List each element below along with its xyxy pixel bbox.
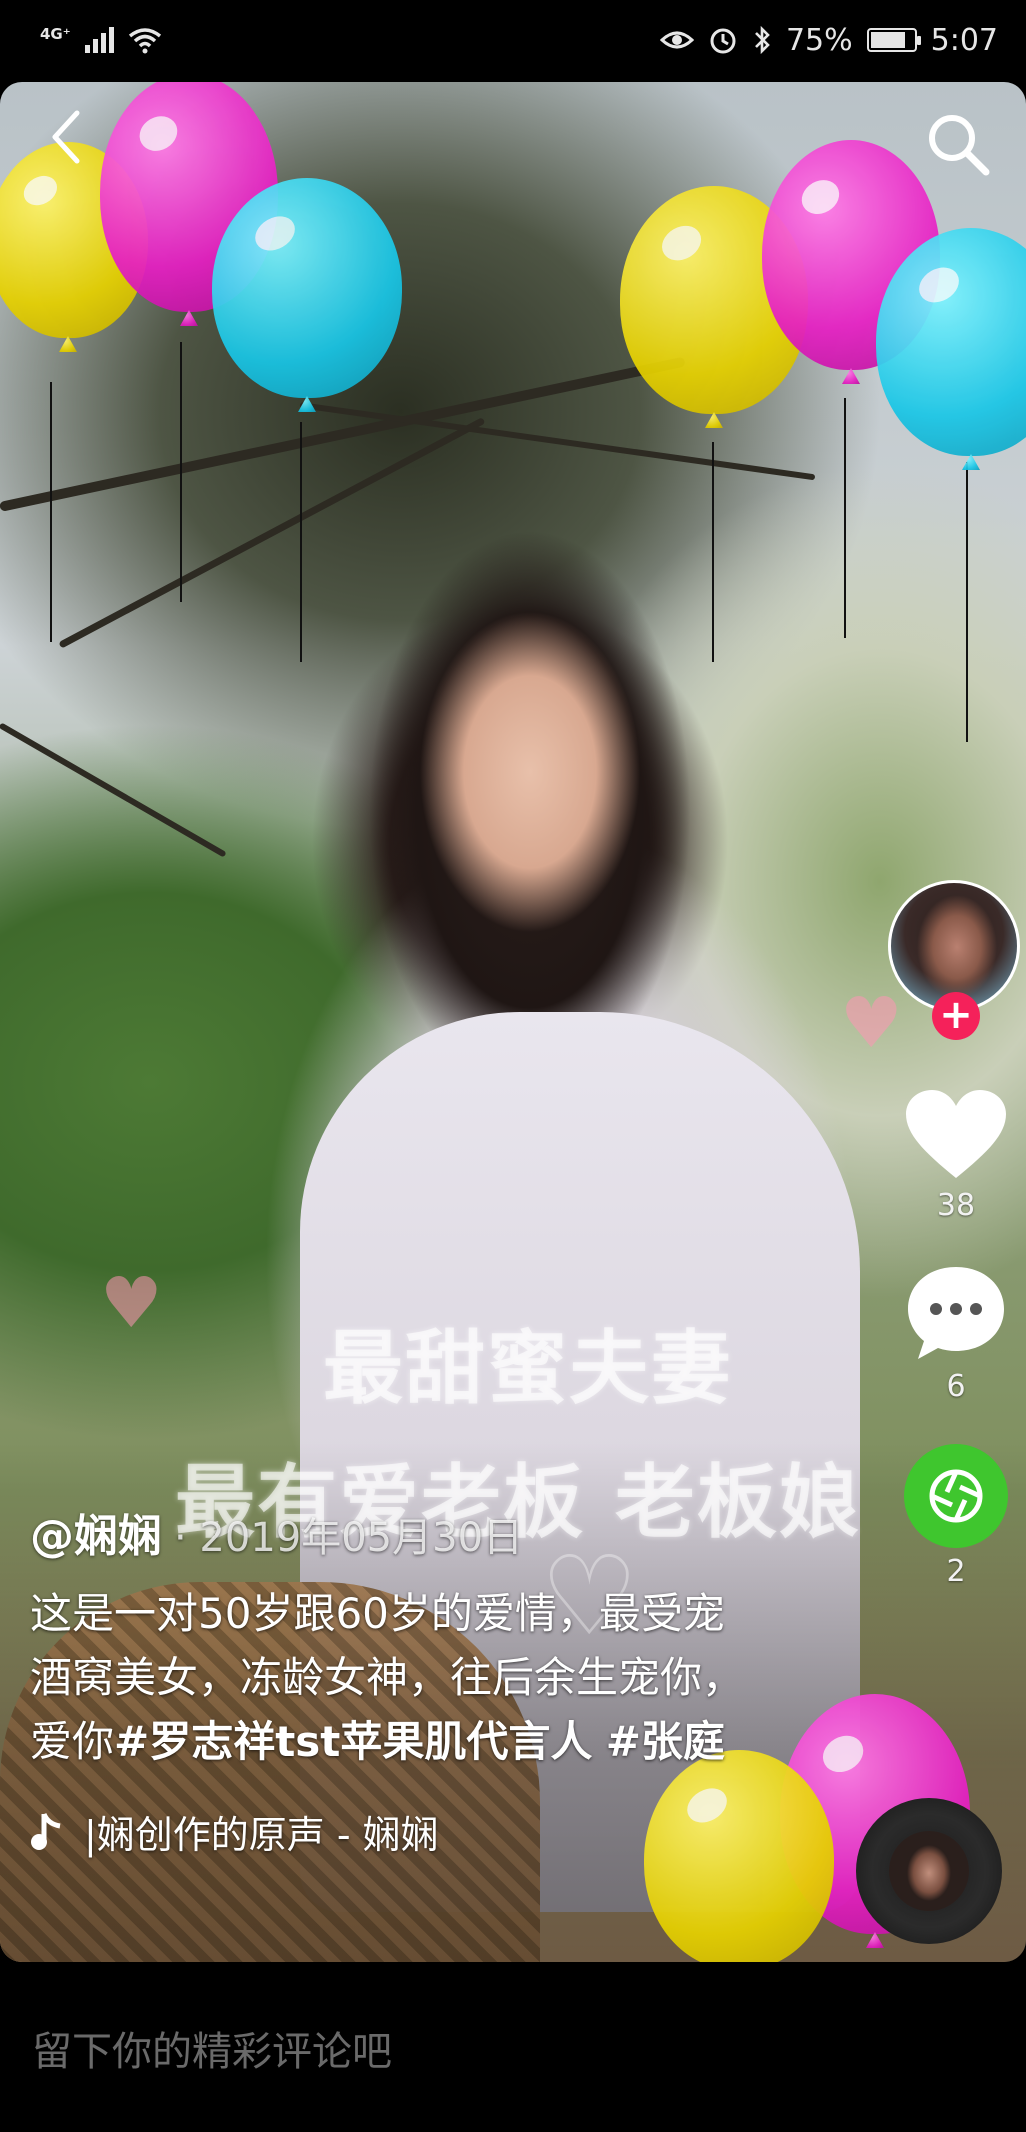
alarm-icon <box>710 28 736 54</box>
music-note-icon <box>31 1812 61 1850</box>
network-type: 4G⁺ <box>40 25 71 43</box>
comment-bar[interactable]: 留下你的精彩评论吧 <box>0 1964 1026 2132</box>
balloon-string <box>180 342 182 602</box>
balloon-string <box>300 422 302 662</box>
comment-input[interactable]: 留下你的精彩评论吧 <box>32 2019 392 2077</box>
video-caption-line-1: 最甜蜜夫妻 <box>323 1322 733 1415</box>
bluetooth-icon <box>755 25 770 55</box>
author-avatar-button[interactable]: + <box>888 880 1024 1040</box>
back-arrow-icon <box>52 110 80 164</box>
balloon-string <box>844 398 846 638</box>
balloon-string <box>50 382 52 642</box>
tree-branch <box>0 722 227 858</box>
balloon-cyan <box>212 178 402 398</box>
status-bar: 4G⁺ 75% 5:07 <box>0 0 1026 80</box>
balloon-string <box>712 442 714 662</box>
eye-icon <box>659 31 694 49</box>
woman-head <box>370 532 690 1092</box>
comment-count: 6 <box>946 1369 966 1404</box>
status-left: 4G⁺ <box>40 25 162 54</box>
author-line: @娴娴 · 2019年05月30日 <box>30 1500 750 1564</box>
tree-branch <box>299 402 816 481</box>
share-circle[interactable] <box>904 1444 1008 1548</box>
search-icon <box>929 115 990 176</box>
wifi-icon <box>128 28 161 54</box>
heart-icon <box>906 1090 1006 1178</box>
comment-bubble-icon <box>908 1267 1004 1359</box>
status-right: 75% 5:07 <box>659 22 998 58</box>
battery-icon <box>866 28 921 52</box>
clock-time: 5:07 <box>930 22 998 58</box>
hashtag-link[interactable]: #罗志祥tst苹果肌代言人 <box>114 1717 592 1766</box>
search-button[interactable] <box>924 110 994 180</box>
back-button[interactable] <box>36 102 96 172</box>
like-count: 38 <box>936 1188 976 1223</box>
post-description: 这是一对50岁跟60岁的爱情，最受宠酒窝美女，冻龄女神，往后余生宠你，爱你#罗志… <box>30 1582 750 1774</box>
like-button[interactable]: 38 <box>904 1088 1008 1223</box>
post-date: · 2019年05月30日 <box>174 1515 524 1561</box>
music-title[interactable]: |娴创作的原声 - 娴娴 <box>84 1804 439 1859</box>
music-disc[interactable] <box>856 1798 1002 1944</box>
share-count: 2 <box>946 1554 966 1589</box>
balloon-string <box>966 462 968 742</box>
comment-button[interactable]: 6 <box>904 1263 1008 1404</box>
signal-icon <box>84 27 114 53</box>
follow-button[interactable]: + <box>932 992 980 1040</box>
battery-percent: 75% <box>785 22 853 58</box>
share-shutter-icon <box>929 1469 983 1523</box>
share-button[interactable]: 2 <box>904 1444 1008 1589</box>
post-info: @娴娴 · 2019年05月30日 这是一对50岁跟60岁的爱情，最受宠酒窝美女… <box>30 1500 750 1859</box>
author-name[interactable]: @娴娴 <box>30 1500 162 1564</box>
music-disc-cover <box>889 1831 969 1911</box>
hashtag-link[interactable]: #张庭 <box>606 1717 725 1766</box>
music-line[interactable]: |娴创作的原声 - 娴娴 <box>30 1804 750 1859</box>
action-column: + 38 6 2 <box>886 880 1026 1629</box>
